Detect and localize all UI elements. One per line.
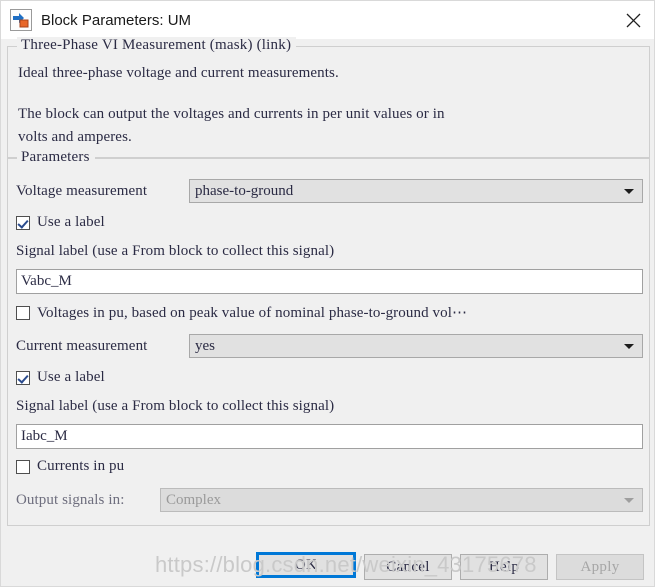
output-signals-in-dropdown: Complex xyxy=(160,488,643,512)
voltages-in-pu-checkbox[interactable] xyxy=(16,306,30,320)
chevron-down-icon xyxy=(624,498,634,503)
voltages-in-pu-checkbox-row[interactable]: Voltages in pu, based on peak value of n… xyxy=(16,303,467,322)
description-group: Three-Phase VI Measurement (mask) (link)… xyxy=(7,46,650,158)
button-bar: OK Cancel Help Apply xyxy=(1,534,655,587)
cancel-button[interactable]: Cancel xyxy=(364,554,452,580)
description-line-4: volts and amperes. xyxy=(18,129,132,146)
parameters-group-title: Parameters xyxy=(17,149,95,166)
current-measurement-label: Current measurement xyxy=(16,338,147,355)
voltage-use-label-text: Use a label xyxy=(37,214,105,231)
output-signals-in-value: Complex xyxy=(166,492,221,508)
current-use-label-checkbox-row[interactable]: Use a label xyxy=(16,369,105,386)
currents-in-pu-checkbox-row[interactable]: Currents in pu xyxy=(16,458,124,475)
window-title: Block Parameters: UM xyxy=(41,12,191,29)
chevron-down-icon xyxy=(624,344,634,349)
currents-in-pu-checkbox[interactable] xyxy=(16,460,30,474)
description-line-3: The block can output the voltages and cu… xyxy=(18,106,445,123)
voltage-use-label-checkbox[interactable] xyxy=(16,216,30,230)
dialog-body: Three-Phase VI Measurement (mask) (link)… xyxy=(1,39,655,587)
current-signal-label-input[interactable] xyxy=(16,424,643,449)
simulink-block-icon xyxy=(10,9,32,31)
apply-button: Apply xyxy=(556,554,644,580)
current-use-label-text: Use a label xyxy=(37,369,105,386)
voltages-in-pu-text: Voltages in pu, based on peak value of n… xyxy=(37,303,467,322)
ok-button[interactable]: OK xyxy=(256,552,356,578)
currents-in-pu-text: Currents in pu xyxy=(37,458,124,475)
title-bar: Block Parameters: UM xyxy=(1,1,655,39)
voltage-measurement-value: phase-to-ground xyxy=(195,183,293,199)
current-signal-label-caption: Signal label (use a From block to collec… xyxy=(16,398,334,415)
voltage-signal-label-caption: Signal label (use a From block to collec… xyxy=(16,243,334,260)
help-button[interactable]: Help xyxy=(460,554,548,580)
voltage-measurement-dropdown[interactable]: phase-to-ground xyxy=(189,179,643,203)
voltage-signal-label-input[interactable] xyxy=(16,269,643,294)
current-measurement-dropdown[interactable]: yes xyxy=(189,334,643,358)
current-use-label-checkbox[interactable] xyxy=(16,371,30,385)
voltage-use-label-checkbox-row[interactable]: Use a label xyxy=(16,214,105,231)
parameters-group: Parameters Voltage measurement phase-to-… xyxy=(7,158,650,526)
output-signals-in-label: Output signals in: xyxy=(16,492,124,509)
description-line-1: Ideal three-phase voltage and current me… xyxy=(18,65,339,82)
voltage-measurement-label: Voltage measurement xyxy=(16,183,147,200)
close-icon[interactable] xyxy=(610,1,655,39)
chevron-down-icon xyxy=(624,189,634,194)
current-measurement-value: yes xyxy=(195,338,215,354)
block-parameters-dialog: Block Parameters: UM Three-Phase VI Meas… xyxy=(0,0,655,587)
description-group-title: Three-Phase VI Measurement (mask) (link) xyxy=(17,37,296,54)
